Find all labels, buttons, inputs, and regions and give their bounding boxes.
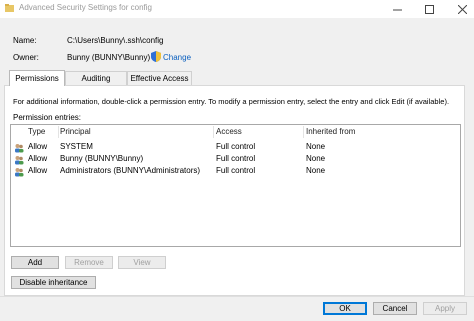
close-icon — [457, 4, 467, 14]
column-divider[interactable] — [213, 126, 214, 138]
row-type: Allow — [28, 154, 48, 163]
column-header-principal[interactable]: Principal — [60, 127, 91, 139]
close-button[interactable] — [451, 0, 473, 18]
row-type: Allow — [28, 142, 48, 151]
cancel-button[interactable]: Cancel — [373, 302, 417, 315]
tab-permissions[interactable]: Permissions — [9, 70, 65, 86]
maximize-icon — [424, 4, 434, 14]
permission-entries-list[interactable]: Type Principal Access Inherited from All… — [10, 124, 461, 247]
ok-button[interactable]: OK — [323, 302, 367, 315]
folder-icon — [5, 4, 14, 12]
minimize-icon — [392, 9, 402, 10]
footer-divider — [0, 296, 474, 297]
tab-effective-access[interactable]: Effective Access — [127, 71, 192, 85]
users-icon — [15, 156, 24, 165]
minimize-button[interactable] — [386, 0, 408, 18]
column-header-access[interactable]: Access — [216, 127, 242, 139]
apply-button-label: Apply — [434, 304, 455, 313]
name-value: C:\Users\Bunny\.ssh\config — [67, 36, 164, 45]
disable-inheritance-button[interactable]: Disable inheritance — [11, 276, 96, 289]
tab-auditing[interactable]: Auditing — [65, 71, 127, 85]
remove-button[interactable]: Remove — [65, 256, 113, 269]
column-divider[interactable] — [58, 126, 59, 138]
tab-label: Auditing — [81, 74, 111, 83]
cancel-button-label: Cancel — [382, 304, 408, 313]
column-header-type[interactable]: Type — [28, 127, 45, 139]
row-type: Allow — [28, 166, 48, 175]
row-access: Full control — [216, 166, 256, 175]
row-inherited: None — [306, 154, 326, 163]
row-access: Full control — [216, 154, 256, 163]
apply-button[interactable]: Apply — [423, 302, 467, 315]
column-divider[interactable] — [303, 126, 304, 138]
users-icon — [15, 168, 24, 177]
add-button-label: Add — [27, 258, 43, 267]
shield-icon — [151, 51, 161, 62]
window-title: Advanced Security Settings for config — [19, 3, 152, 12]
permission-entries-label: Permission entries: — [13, 113, 82, 122]
row-access: Full control — [216, 142, 256, 151]
row-principal: Bunny (BUNNY\Bunny) — [60, 154, 144, 163]
remove-button-label: Remove — [74, 258, 104, 267]
row-principal: Administrators (BUNNY\Administrators) — [60, 166, 201, 175]
info-text: For additional information, double-click… — [13, 97, 450, 106]
disable-inheritance-label: Disable inheritance — [19, 278, 88, 287]
ok-button-label: OK — [339, 304, 351, 313]
tab-label: Effective Access — [130, 74, 189, 83]
name-label: Name: — [13, 36, 37, 45]
owner-label: Owner: — [13, 53, 39, 62]
column-header-inherited[interactable]: Inherited from — [306, 127, 355, 139]
maximize-button[interactable] — [418, 0, 440, 18]
tab-label: Permissions — [15, 74, 59, 83]
row-principal: SYSTEM — [60, 142, 93, 151]
view-button-label: View — [133, 258, 151, 267]
change-owner-link[interactable]: Change — [163, 53, 191, 62]
row-inherited: None — [306, 166, 326, 175]
title-bar: Advanced Security Settings for config — [0, 0, 474, 18]
row-inherited: None — [306, 142, 326, 151]
table-row[interactable]: Allow Administrators (BUNNY\Administrato… — [11, 166, 460, 178]
users-icon — [15, 144, 24, 153]
table-row[interactable]: Allow Bunny (BUNNY\Bunny) Full control N… — [11, 154, 460, 166]
owner-value: Bunny (BUNNY\Bunny) — [67, 53, 151, 62]
add-button[interactable]: Add — [11, 256, 59, 269]
view-button[interactable]: View — [118, 256, 166, 269]
table-row[interactable]: Allow SYSTEM Full control None — [11, 142, 460, 154]
